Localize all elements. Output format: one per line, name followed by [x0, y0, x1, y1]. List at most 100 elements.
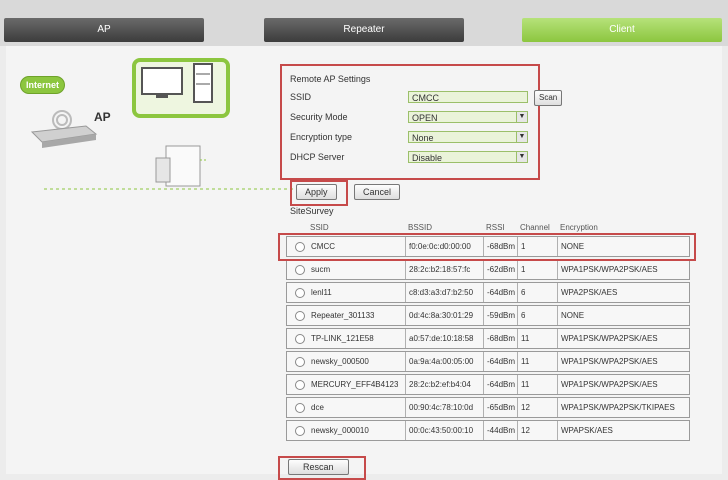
cell-rssi: -64dBm	[487, 288, 516, 297]
column-divider	[405, 329, 406, 348]
table-row[interactable]: Repeater_301133 0d:4c:8a:30:01:29 -59dBm 6 N…	[286, 305, 690, 326]
security-mode-label: Security Mode	[290, 112, 348, 122]
cell-ssid: newsky_000500	[311, 357, 369, 366]
table-row[interactable]: TP-LINK_121E58 a0:57:de:10:18:58 -68dBm 11 W…	[286, 328, 690, 349]
cell-ssid: TP-LINK_121E58	[311, 334, 374, 343]
column-divider	[557, 329, 558, 348]
select-radio[interactable]	[295, 357, 305, 367]
cell-encryption: WPA2PSK/AES	[561, 288, 618, 297]
column-divider	[483, 283, 484, 302]
tab-ap[interactable]: AP	[4, 18, 204, 42]
column-divider	[557, 283, 558, 302]
cell-rssi: -59dBm	[487, 311, 516, 320]
column-divider	[483, 260, 484, 279]
dhcp-server-select[interactable]: Disable ▼	[408, 151, 528, 163]
cell-bssid: 28:2c:b2:ef:b4:04	[409, 380, 471, 389]
column-divider	[557, 398, 558, 417]
cell-channel: 11	[521, 334, 530, 343]
apply-button[interactable]: Apply	[296, 184, 337, 200]
security-mode-select[interactable]: OPEN ▼	[408, 111, 528, 123]
column-divider	[483, 306, 484, 325]
select-radio[interactable]	[295, 403, 305, 413]
chevron-down-icon: ▼	[516, 152, 527, 162]
cell-encryption: WPA1PSK/WPA2PSK/AES	[561, 334, 658, 343]
encryption-type-label: Encryption type	[290, 132, 353, 142]
cell-channel: 12	[521, 426, 530, 435]
rescan-button[interactable]: Rescan	[288, 459, 349, 475]
column-divider	[517, 375, 518, 394]
cell-bssid: c8:d3:a3:d7:b2:50	[409, 288, 474, 297]
column-divider	[517, 352, 518, 371]
column-divider	[557, 375, 558, 394]
tab-repeater[interactable]: Repeater	[264, 18, 464, 42]
scan-button[interactable]: Scan	[534, 90, 563, 106]
network-diagram: Internet AP	[14, 58, 304, 208]
cell-rssi: -65dBm	[487, 403, 516, 412]
encryption-type-select[interactable]: None ▼	[408, 131, 528, 143]
table-row[interactable]: dce 00:90:4c:78:10:0d -65dBm 12 WPA1PSK/WPA2…	[286, 397, 690, 418]
column-divider	[483, 375, 484, 394]
cell-rssi: -64dBm	[487, 380, 516, 389]
column-divider	[405, 421, 406, 440]
table-row[interactable]: lenl11 c8:d3:a3:d7:b2:50 -64dBm 6 WPA2PSK/AE…	[286, 282, 690, 303]
column-divider	[405, 398, 406, 417]
column-divider	[517, 329, 518, 348]
cell-ssid: sucm	[311, 265, 331, 274]
column-divider	[517, 398, 518, 417]
cell-bssid: 00:0c:43:50:00:10	[409, 426, 474, 435]
column-divider	[483, 398, 484, 417]
select-radio[interactable]	[295, 311, 305, 321]
cell-bssid: 0d:4c:8a:30:01:29	[409, 311, 474, 320]
cell-encryption: WPA1PSK/WPA2PSK/AES	[561, 357, 658, 366]
column-divider	[517, 283, 518, 302]
column-divider	[557, 306, 558, 325]
table-row[interactable]: sucm 28:2c:b2:18:57:fc -62dBm 1 WPA1PSK/WPA2…	[286, 259, 690, 280]
cell-ssid: newsky_000010	[311, 426, 369, 435]
ssid-label: SSID	[290, 92, 312, 102]
column-divider	[405, 260, 406, 279]
site-survey-title: SiteSurvey	[290, 206, 334, 216]
cell-rssi: -68dBm	[487, 334, 516, 343]
cell-bssid: 0a:9a:4a:00:05:00	[409, 357, 474, 366]
cell-bssid: a0:57:de:10:18:58	[409, 334, 474, 343]
tab-bar: AP Repeater Client	[0, 0, 728, 46]
column-divider	[483, 329, 484, 348]
table-row[interactable]: MERCURY_EFF4B4123 28:2c:b2:ef:b4:04 -64dBm…	[286, 374, 690, 395]
ssid-input[interactable]: CMCC	[408, 91, 528, 103]
column-divider	[517, 421, 518, 440]
table-row[interactable]: newsky_000500 0a:9a:4a:00:05:00 -64dBm 11 WP…	[286, 351, 690, 372]
cell-ssid: dce	[311, 403, 324, 412]
select-radio[interactable]	[295, 334, 305, 344]
select-radio[interactable]	[295, 265, 305, 275]
cell-encryption: WPAPSK/AES	[561, 426, 613, 435]
column-divider	[557, 260, 558, 279]
cell-channel: 6	[521, 311, 526, 320]
column-divider	[557, 352, 558, 371]
column-divider	[405, 306, 406, 325]
cell-bssid: 28:2c:b2:18:57:fc	[409, 265, 471, 274]
cell-encryption: WPA1PSK/WPA2PSK/TKIPAES	[561, 403, 675, 412]
select-radio[interactable]	[295, 380, 305, 390]
cell-channel: 12	[521, 403, 530, 412]
security-mode-value: OPEN	[412, 113, 438, 123]
select-radio[interactable]	[295, 288, 305, 298]
cell-channel: 6	[521, 288, 526, 297]
table-header: SSID BSSID RSSI Channel Encryption	[286, 218, 690, 232]
column-divider	[517, 260, 518, 279]
column-divider	[483, 421, 484, 440]
encryption-type-value: None	[412, 133, 434, 143]
internet-badge: Internet	[20, 76, 66, 94]
cell-bssid: 00:90:4c:78:10:0d	[409, 403, 474, 412]
column-divider	[405, 375, 406, 394]
cancel-button[interactable]: Cancel	[354, 184, 401, 200]
client-computer-icon	[132, 58, 230, 118]
cell-encryption: WPA1PSK/WPA2PSK/AES	[561, 380, 658, 389]
cell-channel: 11	[521, 357, 530, 366]
cell-channel: 11	[521, 380, 530, 389]
select-radio[interactable]	[295, 426, 305, 436]
tab-client[interactable]: Client	[522, 18, 722, 42]
dhcp-server-label: DHCP Server	[290, 152, 345, 162]
selected-row-highlight	[278, 233, 696, 261]
ap-label: AP	[94, 110, 111, 124]
table-row[interactable]: newsky_000010 00:0c:43:50:00:10 -44dBm 12 WP…	[286, 420, 690, 441]
